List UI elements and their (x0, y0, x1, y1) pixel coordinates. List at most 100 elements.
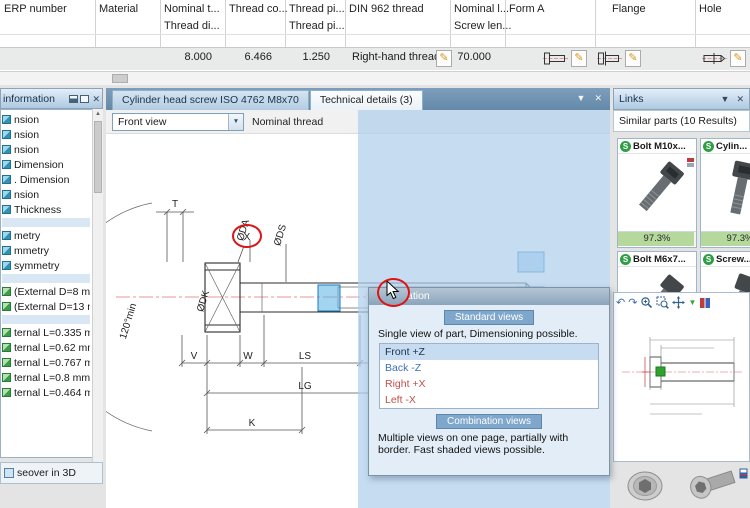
zoom-window-icon[interactable] (656, 296, 669, 309)
parameter-label: ternal L=0.464 mm (14, 387, 90, 399)
parameter-list-item[interactable]: metry (2, 228, 90, 243)
chevron-down-icon[interactable]: ▼ (228, 114, 243, 130)
close-icon[interactable]: ✕ (92, 95, 100, 103)
similar-parts-header[interactable]: Similar parts (10 Results) (613, 110, 750, 132)
combination-views-text: Multiple views on one page, partially wi… (378, 432, 600, 456)
axes-icon[interactable] (699, 297, 711, 309)
parameter-list-item[interactable]: Thickness (2, 202, 90, 217)
close-icon[interactable]: ✕ (736, 94, 744, 105)
mouseover-3d-label: seover in 3D (17, 467, 76, 479)
parameter-list-item[interactable] (2, 315, 90, 324)
parameter-list-item[interactable]: ternal L=0.62 mm D (2, 340, 90, 355)
match-percent: 97.3% (701, 232, 750, 246)
part-thumbnail[interactable] (615, 465, 679, 506)
col-header-hole[interactable]: Hole (699, 3, 722, 15)
scrollbar-thumb[interactable] (112, 74, 128, 83)
parameter-label: Dimension (14, 159, 64, 171)
pan-icon[interactable] (672, 296, 685, 309)
tab-part[interactable]: Cylinder head screw ISO 4762 M8x70 (112, 90, 309, 110)
view-option[interactable]: Left -X (380, 392, 598, 408)
information-panel-title: information (3, 93, 67, 105)
view-option[interactable]: Back -Z (380, 360, 598, 376)
view-select-value: Front view (118, 116, 166, 128)
col-header-material[interactable]: Material (99, 3, 138, 15)
part-card-header: S Bolt M10x... (618, 139, 696, 154)
parameter-list-item[interactable]: ternal L=0.335 mm (2, 325, 90, 340)
edit-pencil-button[interactable]: ✎ (730, 50, 746, 67)
table-horizontal-scrollbar[interactable] (0, 71, 750, 85)
mouse-cursor (386, 281, 402, 301)
tab-list-chevron-icon[interactable]: ▼ (577, 93, 586, 104)
dim-label-k: K (249, 418, 256, 429)
parameter-list-item[interactable]: ternal L=0.464 mm (2, 385, 90, 400)
float-window-icon[interactable] (80, 95, 89, 103)
nominal-thread-label: Nominal thread (252, 116, 323, 128)
parameter-list-item[interactable]: nsion (2, 187, 90, 202)
parameter-icon (2, 302, 11, 311)
form-a-icon[interactable] (543, 50, 568, 67)
col-header-erp[interactable]: ERP number (4, 3, 67, 15)
similar-part-card[interactable]: S Cylin... (700, 138, 750, 248)
edit-pencil-button[interactable]: ✎ (625, 50, 641, 67)
match-progress: 97.3% (618, 231, 696, 246)
parameter-list-item[interactable]: nsion (2, 127, 90, 142)
parameter-list-item[interactable]: ternal L=0.8 mm D (2, 370, 90, 385)
parameter-list-item[interactable]: ternal L=0.767 mm (2, 355, 90, 370)
cell-thread-pitch[interactable]: 1.250 (285, 51, 330, 63)
cell-thread-core[interactable]: 6.466 (225, 51, 272, 63)
tab-technical-details[interactable]: Technical details (3) (310, 90, 423, 110)
similar-part-card[interactable]: S Bolt M10x... (617, 138, 697, 248)
edit-pencil-button[interactable]: ✎ (571, 50, 587, 67)
highlight-handle[interactable] (656, 367, 665, 376)
cell-screw-length[interactable]: 70.000 (450, 51, 491, 63)
parameter-list-item[interactable]: Dimension (2, 157, 90, 172)
scrollbar-thumb[interactable] (94, 121, 102, 193)
parameter-list-item[interactable] (2, 274, 90, 283)
mouseover-3d-toggle[interactable]: seover in 3D (0, 462, 103, 484)
cell-thread-diameter[interactable]: 8.000 (160, 51, 212, 63)
col-header-flange[interactable]: Flange (612, 3, 646, 15)
zoom-in-icon[interactable] (640, 296, 653, 309)
col-header-thread-pi[interactable]: Thread pi... (289, 3, 345, 15)
parameter-list-item[interactable] (2, 218, 90, 227)
undo-icon[interactable]: ↶ (616, 297, 625, 309)
col-header-din962[interactable]: DIN 962 thread (349, 3, 424, 15)
part-name: Screw... (716, 254, 750, 265)
parameter-list-item[interactable]: nsion (2, 142, 90, 157)
parameter-list-item[interactable]: (External D=8 mm, (2, 284, 90, 299)
part-image (701, 154, 750, 231)
col-header-nominal-l[interactable]: Nominal l... (454, 3, 509, 15)
parameter-list-item[interactable]: nsion (2, 112, 90, 127)
view-options-chevron-icon[interactable]: ▼ (688, 297, 696, 309)
part-thumbnail[interactable] (683, 465, 741, 506)
parameter-label: (External D=13 mm (14, 301, 90, 313)
combination-views-badge: Combination views (436, 414, 542, 429)
tab-close-icon[interactable]: ✕ (594, 93, 602, 104)
supplier-icon: S (620, 141, 631, 152)
dim-label-t: T (172, 199, 178, 210)
part-preview-pane[interactable]: ↶ ↷ ▼ (613, 292, 750, 462)
dim-label-x: X (244, 232, 251, 243)
view-option[interactable]: Right +X (380, 376, 598, 392)
hole-icon[interactable] (702, 50, 727, 67)
col-header-form-a[interactable]: Form A (509, 3, 544, 15)
chevron-down-icon[interactable]: ▼ (721, 94, 730, 104)
pin-icon[interactable] (69, 95, 78, 103)
parameter-list-item[interactable]: . Dimension (2, 172, 90, 187)
redo-icon[interactable]: ↷ (628, 297, 637, 309)
flange-icon[interactable] (597, 50, 622, 67)
view-select-dropdown[interactable]: Front view ▼ (112, 113, 244, 131)
parameter-list-item[interactable]: (External D=13 mm (2, 299, 90, 314)
col-header-thread-co[interactable]: Thread co... (229, 3, 288, 15)
cell-din962-thread[interactable]: Right-hand thread (352, 51, 440, 63)
parameter-icon (2, 175, 11, 184)
links-panel-title: Links (619, 93, 714, 105)
list-vertical-scrollbar[interactable]: ▲ ▼ (92, 109, 103, 484)
parameter-list-item[interactable]: mmetry (2, 243, 90, 258)
parameter-list-item[interactable]: symmetry (2, 258, 90, 273)
view-option[interactable]: Front +Z (380, 344, 598, 360)
parameter-label: mmetry (14, 245, 49, 257)
parameter-label: ternal L=0.335 mm (14, 327, 90, 339)
col-header-nominal-t[interactable]: Nominal t... (164, 3, 220, 15)
scroll-up-icon[interactable]: ▲ (93, 111, 103, 117)
